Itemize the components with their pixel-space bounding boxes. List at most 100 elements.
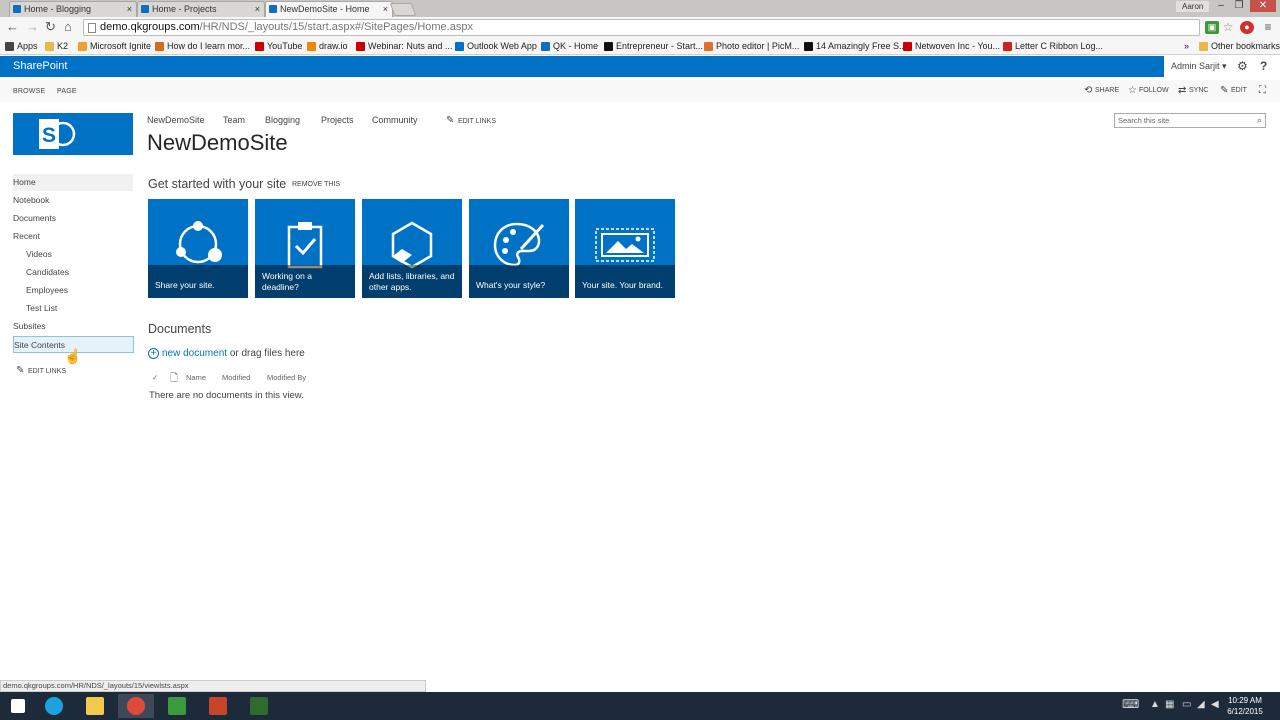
windows-flag-icon[interactable]: ▦ — [1165, 699, 1174, 710]
focus-content-icon[interactable]: ⛶ — [1259, 85, 1266, 97]
camtasia-taskbar-button[interactable] — [241, 694, 277, 718]
show-hidden-icons-icon[interactable]: ▲ — [1150, 699, 1160, 710]
quick-launch-item-videos[interactable]: Videos — [13, 246, 133, 263]
bookmark-item[interactable]: How do I learn mor... — [155, 40, 250, 52]
camtasia-green-taskbar-button[interactable] — [159, 694, 195, 718]
network-icon[interactable]: ◢ — [1197, 699, 1205, 710]
site-logo[interactable]: S — [13, 113, 133, 155]
bookmark-item[interactable]: K2 — [45, 40, 68, 52]
bookmark-item[interactable]: Outlook Web App — [455, 40, 537, 52]
bookmark-item[interactable]: draw.io — [307, 40, 348, 52]
forward-icon[interactable]: → — [26, 20, 39, 34]
bookmark-item[interactable]: 14 Amazingly Free S... — [804, 40, 907, 52]
search-icon[interactable]: ⌕ — [1257, 114, 1262, 127]
quick-launch-edit-links[interactable]: ✎ EDIT LINKS — [16, 366, 66, 377]
tab-home-blogging[interactable]: Home - Blogging × — [9, 1, 137, 17]
tile-working-deadline[interactable]: Working on a deadline? — [255, 199, 355, 298]
taskbar-clock[interactable]: 10:29 AM 6/12/2015 — [1224, 695, 1266, 717]
column-header-modified-by[interactable]: Modified By — [267, 373, 306, 382]
column-header-modified[interactable]: Modified — [222, 373, 250, 382]
tab-page[interactable]: PAGE — [57, 88, 77, 95]
ribbon: BROWSE PAGE ⟲ SHARE ☆ FOLLOW ⇄ SYNC ✎ EDIT ⛶ — [0, 80, 1280, 102]
remove-this-link[interactable]: REMOVE THIS — [292, 181, 340, 188]
profile-button[interactable]: Aaron — [1176, 1, 1210, 12]
bookmark-item[interactable]: QK - Home — [541, 40, 598, 52]
documents-title[interactable]: Documents — [148, 322, 211, 336]
bookmark-item[interactable]: Webinar: Nuts and ... — [356, 40, 452, 52]
share-icon — [176, 221, 222, 264]
bookmark-item[interactable]: YouTube — [255, 40, 302, 52]
minimize-window-icon[interactable]: – — [1212, 0, 1230, 12]
topnav-team[interactable]: Team — [223, 115, 245, 125]
powerpoint-taskbar-button[interactable] — [200, 694, 236, 718]
close-tab-icon[interactable]: × — [383, 2, 388, 16]
other-bookmarks[interactable]: Other bookmarks — [1199, 40, 1280, 52]
quick-launch-item-home[interactable]: Home — [13, 174, 133, 191]
tile-your-brand[interactable]: Your site. Your brand. — [575, 199, 675, 298]
restore-window-icon[interactable]: ❐ — [1230, 0, 1248, 12]
start-button-taskbar-button[interactable] — [0, 694, 36, 718]
quick-launch-item-subsites[interactable]: Subsites — [13, 318, 133, 335]
tab-home-projects[interactable]: Home - Projects × — [137, 1, 265, 17]
edit-button[interactable]: ✎ EDIT — [1220, 85, 1247, 96]
extension-icon[interactable]: ▣ — [1205, 21, 1219, 34]
abp-icon[interactable]: ● — [1240, 21, 1254, 34]
tile-share-site[interactable]: Share your site. — [148, 199, 248, 298]
tile-add-apps[interactable]: Add lists, libraries, and other apps. — [362, 199, 462, 298]
palette-icon — [493, 222, 545, 267]
topnav-projects[interactable]: Projects — [321, 115, 354, 125]
bookmark-item[interactable]: Apps — [5, 40, 38, 52]
bookmark-item[interactable]: Netwoven Inc - You... — [903, 40, 1000, 52]
bookmark-item[interactable]: Entrepreneur - Start... — [604, 40, 703, 52]
topnav-community[interactable]: Community — [372, 115, 418, 125]
gear-icon[interactable]: ⚙ — [1237, 59, 1248, 73]
column-header-name[interactable]: Name — [186, 373, 206, 382]
tab-newdemosite-home[interactable]: NewDemoSite - Home × — [265, 1, 393, 17]
sync-button[interactable]: ⇄ SYNC — [1178, 85, 1208, 96]
quick-launch-item-candidates[interactable]: Candidates — [13, 264, 133, 281]
quick-launch-item-recent[interactable]: Recent — [13, 228, 133, 245]
hand-cursor-icon: ☝ — [64, 348, 82, 364]
battery-icon[interactable]: ▭ — [1182, 699, 1191, 710]
sharepoint-favicon-icon — [13, 5, 21, 13]
internet-explorer-taskbar-button[interactable] — [36, 694, 72, 718]
folder-icon — [1199, 42, 1208, 51]
keyboard-icon[interactable]: ⌨ — [1122, 697, 1139, 711]
volume-icon[interactable]: ◀ — [1211, 699, 1219, 710]
close-tab-icon[interactable]: × — [255, 2, 260, 16]
quick-launch-item-test-list[interactable]: Test List — [13, 300, 133, 317]
chrome-taskbar-button[interactable] — [118, 694, 154, 718]
topnav-blogging[interactable]: Blogging — [265, 115, 300, 125]
plus-icon[interactable]: + — [148, 348, 159, 359]
back-icon[interactable]: ← — [6, 20, 19, 34]
close-tab-icon[interactable]: × — [127, 2, 132, 16]
share-button[interactable]: ⟲ SHARE — [1084, 85, 1119, 96]
quick-launch-item-notebook[interactable]: Notebook — [13, 192, 133, 209]
quick-launch-item-employees[interactable]: Employees — [13, 282, 133, 299]
select-all-check-icon[interactable]: ✓ — [152, 373, 158, 382]
bookmark-star-icon[interactable]: ☆ — [1221, 21, 1235, 34]
new-tab-button[interactable] — [389, 3, 417, 16]
new-document-link[interactable]: new document — [162, 348, 227, 359]
chrome-menu-icon[interactable]: ≡ — [1261, 21, 1275, 34]
address-bar[interactable]: demo.qkgroups.com/HR/NDS/_layouts/15/sta… — [83, 19, 1200, 36]
file-explorer-taskbar-button[interactable] — [77, 694, 113, 718]
topnav-edit-links[interactable]: ✎ EDIT LINKS — [446, 116, 496, 127]
more-bookmarks-icon[interactable]: » — [1184, 40, 1189, 52]
user-menu[interactable]: Admin Sarjit ▾ — [1171, 61, 1227, 72]
reload-icon[interactable]: ↻ — [45, 20, 56, 34]
tab-browse[interactable]: BROWSE — [13, 88, 45, 95]
home-icon[interactable]: ⌂ — [64, 20, 72, 34]
close-window-icon[interactable]: ✕ — [1250, 0, 1276, 12]
sharepoint-brand[interactable]: SharePoint — [13, 60, 67, 72]
topnav-newdemosite[interactable]: NewDemoSite — [147, 115, 205, 125]
quick-launch-item-documents[interactable]: Documents — [13, 210, 133, 227]
bookmark-item[interactable]: Letter C Ribbon Log... — [1003, 40, 1103, 52]
bookmark-item[interactable]: Microsoft Ignite — [78, 40, 151, 52]
help-icon[interactable]: ? — [1260, 59, 1267, 73]
search-input[interactable]: Search this site ⌕ — [1114, 113, 1266, 128]
tile-whats-your-style[interactable]: What's your style? — [469, 199, 569, 298]
follow-button[interactable]: ☆ FOLLOW — [1128, 85, 1169, 96]
site-title[interactable]: NewDemoSite — [147, 130, 288, 156]
bookmark-item[interactable]: Photo editor | PicM... — [704, 40, 799, 52]
